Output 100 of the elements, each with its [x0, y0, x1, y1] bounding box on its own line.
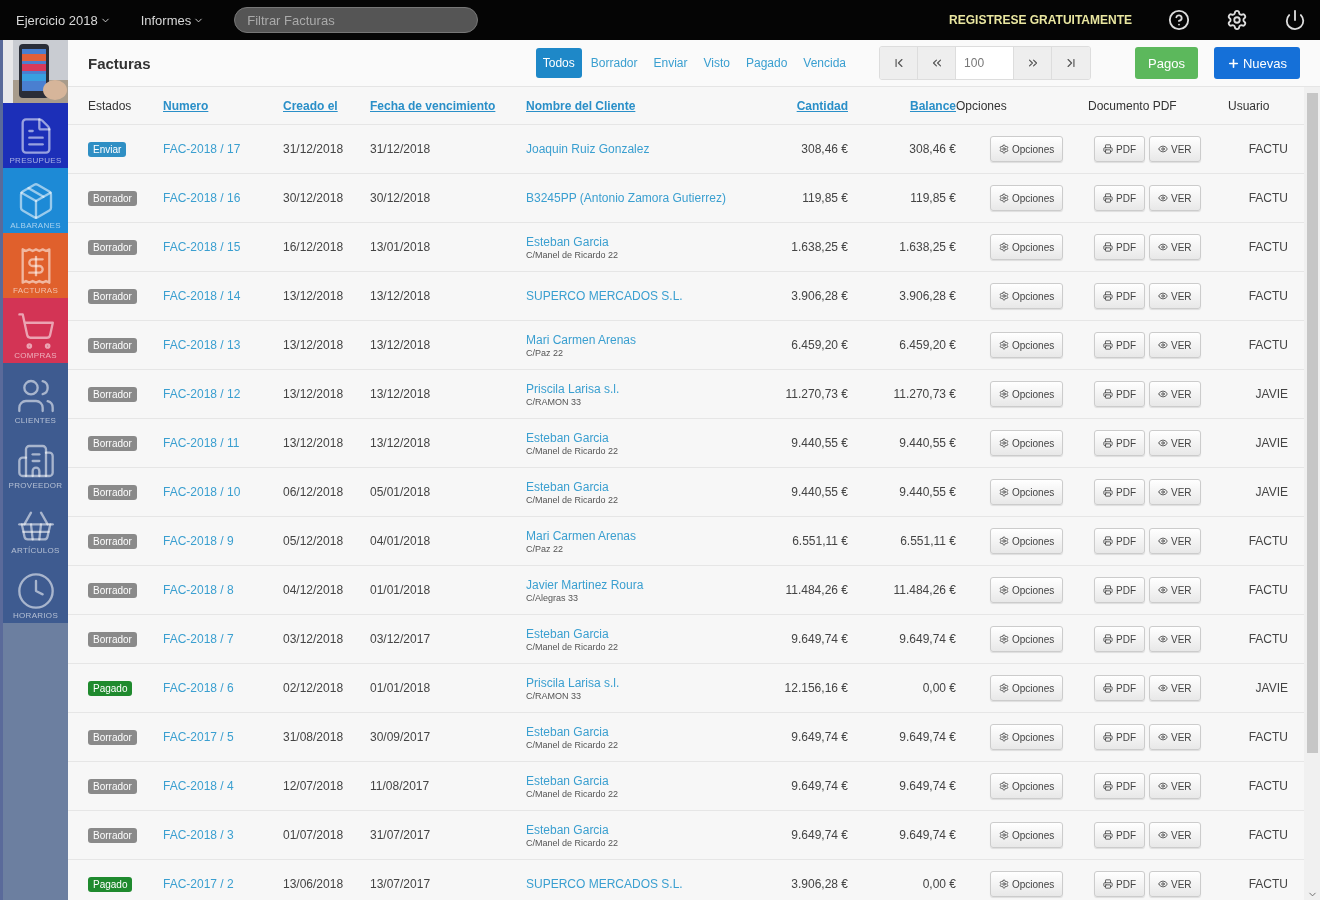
options-button[interactable]: Opciones	[990, 773, 1064, 799]
client-link[interactable]: Esteban Garcia	[526, 234, 768, 249]
pdf-button[interactable]: PDF	[1094, 430, 1145, 456]
pager-button[interactable]	[880, 47, 919, 79]
options-button[interactable]: Opciones	[990, 577, 1064, 603]
sidebar-item[interactable]: PRESUPUES	[3, 103, 68, 168]
view-button[interactable]: VER	[1149, 234, 1201, 260]
client-link[interactable]: SUPERCO MERCADOS S.L.	[526, 289, 768, 303]
pdf-button[interactable]: PDF	[1094, 479, 1145, 505]
client-link[interactable]: Esteban Garcia	[526, 724, 768, 739]
client-link[interactable]: Priscila Larisa s.l.	[526, 675, 768, 690]
options-button[interactable]: Opciones	[990, 332, 1064, 358]
pdf-button[interactable]: PDF	[1094, 822, 1145, 848]
sidebar-item[interactable]: PROVEEDOR	[3, 428, 68, 493]
filter-tab[interactable]: Todos	[535, 48, 582, 78]
pdf-button[interactable]: PDF	[1094, 626, 1145, 652]
options-button[interactable]: Opciones	[990, 283, 1064, 309]
client-link[interactable]: Esteban Garcia	[526, 430, 768, 445]
client-link[interactable]: Esteban Garcia	[526, 773, 768, 788]
client-link[interactable]: Mari Carmen Arenas	[526, 528, 768, 543]
client-link[interactable]: Joaquin Ruiz Gonzalez	[526, 142, 768, 156]
invoice-number-link[interactable]: FAC-2018 / 6	[163, 681, 234, 695]
view-button[interactable]: VER	[1149, 675, 1201, 701]
register-link[interactable]: REGISTRESE GRATUITAMENTE	[949, 13, 1132, 27]
view-button[interactable]: VER	[1149, 577, 1201, 603]
invoice-number-link[interactable]: FAC-2018 / 10	[163, 485, 241, 499]
pager-button[interactable]	[1014, 47, 1053, 79]
options-button[interactable]: Opciones	[990, 381, 1064, 407]
pdf-button[interactable]: PDF	[1094, 724, 1145, 750]
view-button[interactable]: VER	[1149, 528, 1201, 554]
pdf-button[interactable]: PDF	[1094, 185, 1145, 211]
invoice-number-link[interactable]: FAC-2018 / 7	[163, 632, 234, 646]
pdf-button[interactable]: PDF	[1094, 528, 1145, 554]
sidebar-item[interactable]: HORARIOS	[3, 558, 68, 623]
view-button[interactable]: VER	[1149, 871, 1201, 897]
options-button[interactable]: Opciones	[990, 136, 1064, 162]
settings-icon[interactable]	[1226, 9, 1248, 31]
pager-button[interactable]	[1052, 47, 1091, 79]
invoice-number-link[interactable]: FAC-2017 / 2	[163, 877, 234, 891]
pdf-button[interactable]: PDF	[1094, 136, 1145, 162]
column-header[interactable]: Creado el	[283, 98, 370, 113]
client-link[interactable]: Esteban Garcia	[526, 626, 768, 641]
invoice-number-link[interactable]: FAC-2018 / 17	[163, 142, 241, 156]
scrollbar[interactable]	[1304, 87, 1320, 900]
pdf-button[interactable]: PDF	[1094, 332, 1145, 358]
column-header[interactable]: Balance	[848, 98, 956, 113]
invoice-number-link[interactable]: FAC-2018 / 15	[163, 240, 241, 254]
client-link[interactable]: B3245PP (Antonio Zamora Gutierrez)	[526, 191, 768, 205]
invoice-number-link[interactable]: FAC-2018 / 16	[163, 191, 241, 205]
pager-button[interactable]	[918, 47, 957, 79]
sidebar-item[interactable]: CLIENTES	[3, 363, 68, 428]
view-button[interactable]: VER	[1149, 381, 1201, 407]
client-link[interactable]: Mari Carmen Arenas	[526, 332, 768, 347]
view-button[interactable]: VER	[1149, 626, 1201, 652]
sidebar-item[interactable]: COMPRAS	[3, 298, 68, 363]
filter-tab[interactable]: Visto	[696, 48, 737, 78]
options-button[interactable]: Opciones	[990, 724, 1064, 750]
pdf-button[interactable]: PDF	[1094, 283, 1145, 309]
options-button[interactable]: Opciones	[990, 675, 1064, 701]
pdf-button[interactable]: PDF	[1094, 871, 1145, 897]
invoice-number-link[interactable]: FAC-2018 / 8	[163, 583, 234, 597]
menu-dropdown[interactable]: Informes	[140, 12, 205, 28]
pdf-button[interactable]: PDF	[1094, 234, 1145, 260]
payments-button[interactable]: Pagos	[1135, 47, 1198, 79]
view-button[interactable]: VER	[1149, 283, 1201, 309]
invoice-number-link[interactable]: FAC-2018 / 9	[163, 534, 234, 548]
invoice-number-link[interactable]: FAC-2017 / 5	[163, 730, 234, 744]
client-link[interactable]: Esteban Garcia	[526, 479, 768, 494]
page-size-field[interactable]: 100	[956, 47, 1015, 79]
client-link[interactable]: Priscila Larisa s.l.	[526, 381, 768, 396]
filter-tab[interactable]: Borrador	[583, 48, 645, 78]
invoice-number-link[interactable]: FAC-2018 / 14	[163, 289, 241, 303]
column-header[interactable]: Numero	[163, 98, 283, 113]
sidebar-item[interactable]: ARTÍCULOS	[3, 493, 68, 558]
invoice-number-link[interactable]: FAC-2018 / 12	[163, 387, 241, 401]
client-link[interactable]: Javier Martinez Roura	[526, 577, 768, 592]
column-header[interactable]: Fecha de vencimiento	[370, 98, 526, 113]
view-button[interactable]: VER	[1149, 332, 1201, 358]
pdf-button[interactable]: PDF	[1094, 381, 1145, 407]
view-button[interactable]: VER	[1149, 136, 1201, 162]
options-button[interactable]: Opciones	[990, 871, 1064, 897]
options-button[interactable]: Opciones	[990, 528, 1064, 554]
column-header[interactable]: Nombre del Cliente	[526, 98, 768, 113]
pdf-button[interactable]: PDF	[1094, 577, 1145, 603]
invoice-number-link[interactable]: FAC-2018 / 3	[163, 828, 234, 842]
client-link[interactable]: SUPERCO MERCADOS S.L.	[526, 877, 768, 891]
view-button[interactable]: VER	[1149, 724, 1201, 750]
power-icon[interactable]	[1284, 9, 1306, 31]
options-button[interactable]: Opciones	[990, 479, 1064, 505]
column-header[interactable]: Cantidad	[768, 98, 848, 113]
pdf-button[interactable]: PDF	[1094, 773, 1145, 799]
view-button[interactable]: VER	[1149, 773, 1201, 799]
new-button[interactable]: Nuevas	[1213, 47, 1300, 79]
view-button[interactable]: VER	[1149, 822, 1201, 848]
options-button[interactable]: Opciones	[990, 626, 1064, 652]
client-link[interactable]: Esteban Garcia	[526, 822, 768, 837]
help-icon[interactable]	[1168, 9, 1190, 31]
filter-tab[interactable]: Enviar	[646, 48, 695, 78]
invoice-number-link[interactable]: FAC-2018 / 13	[163, 338, 241, 352]
filter-tab[interactable]: Vencida	[796, 48, 854, 78]
